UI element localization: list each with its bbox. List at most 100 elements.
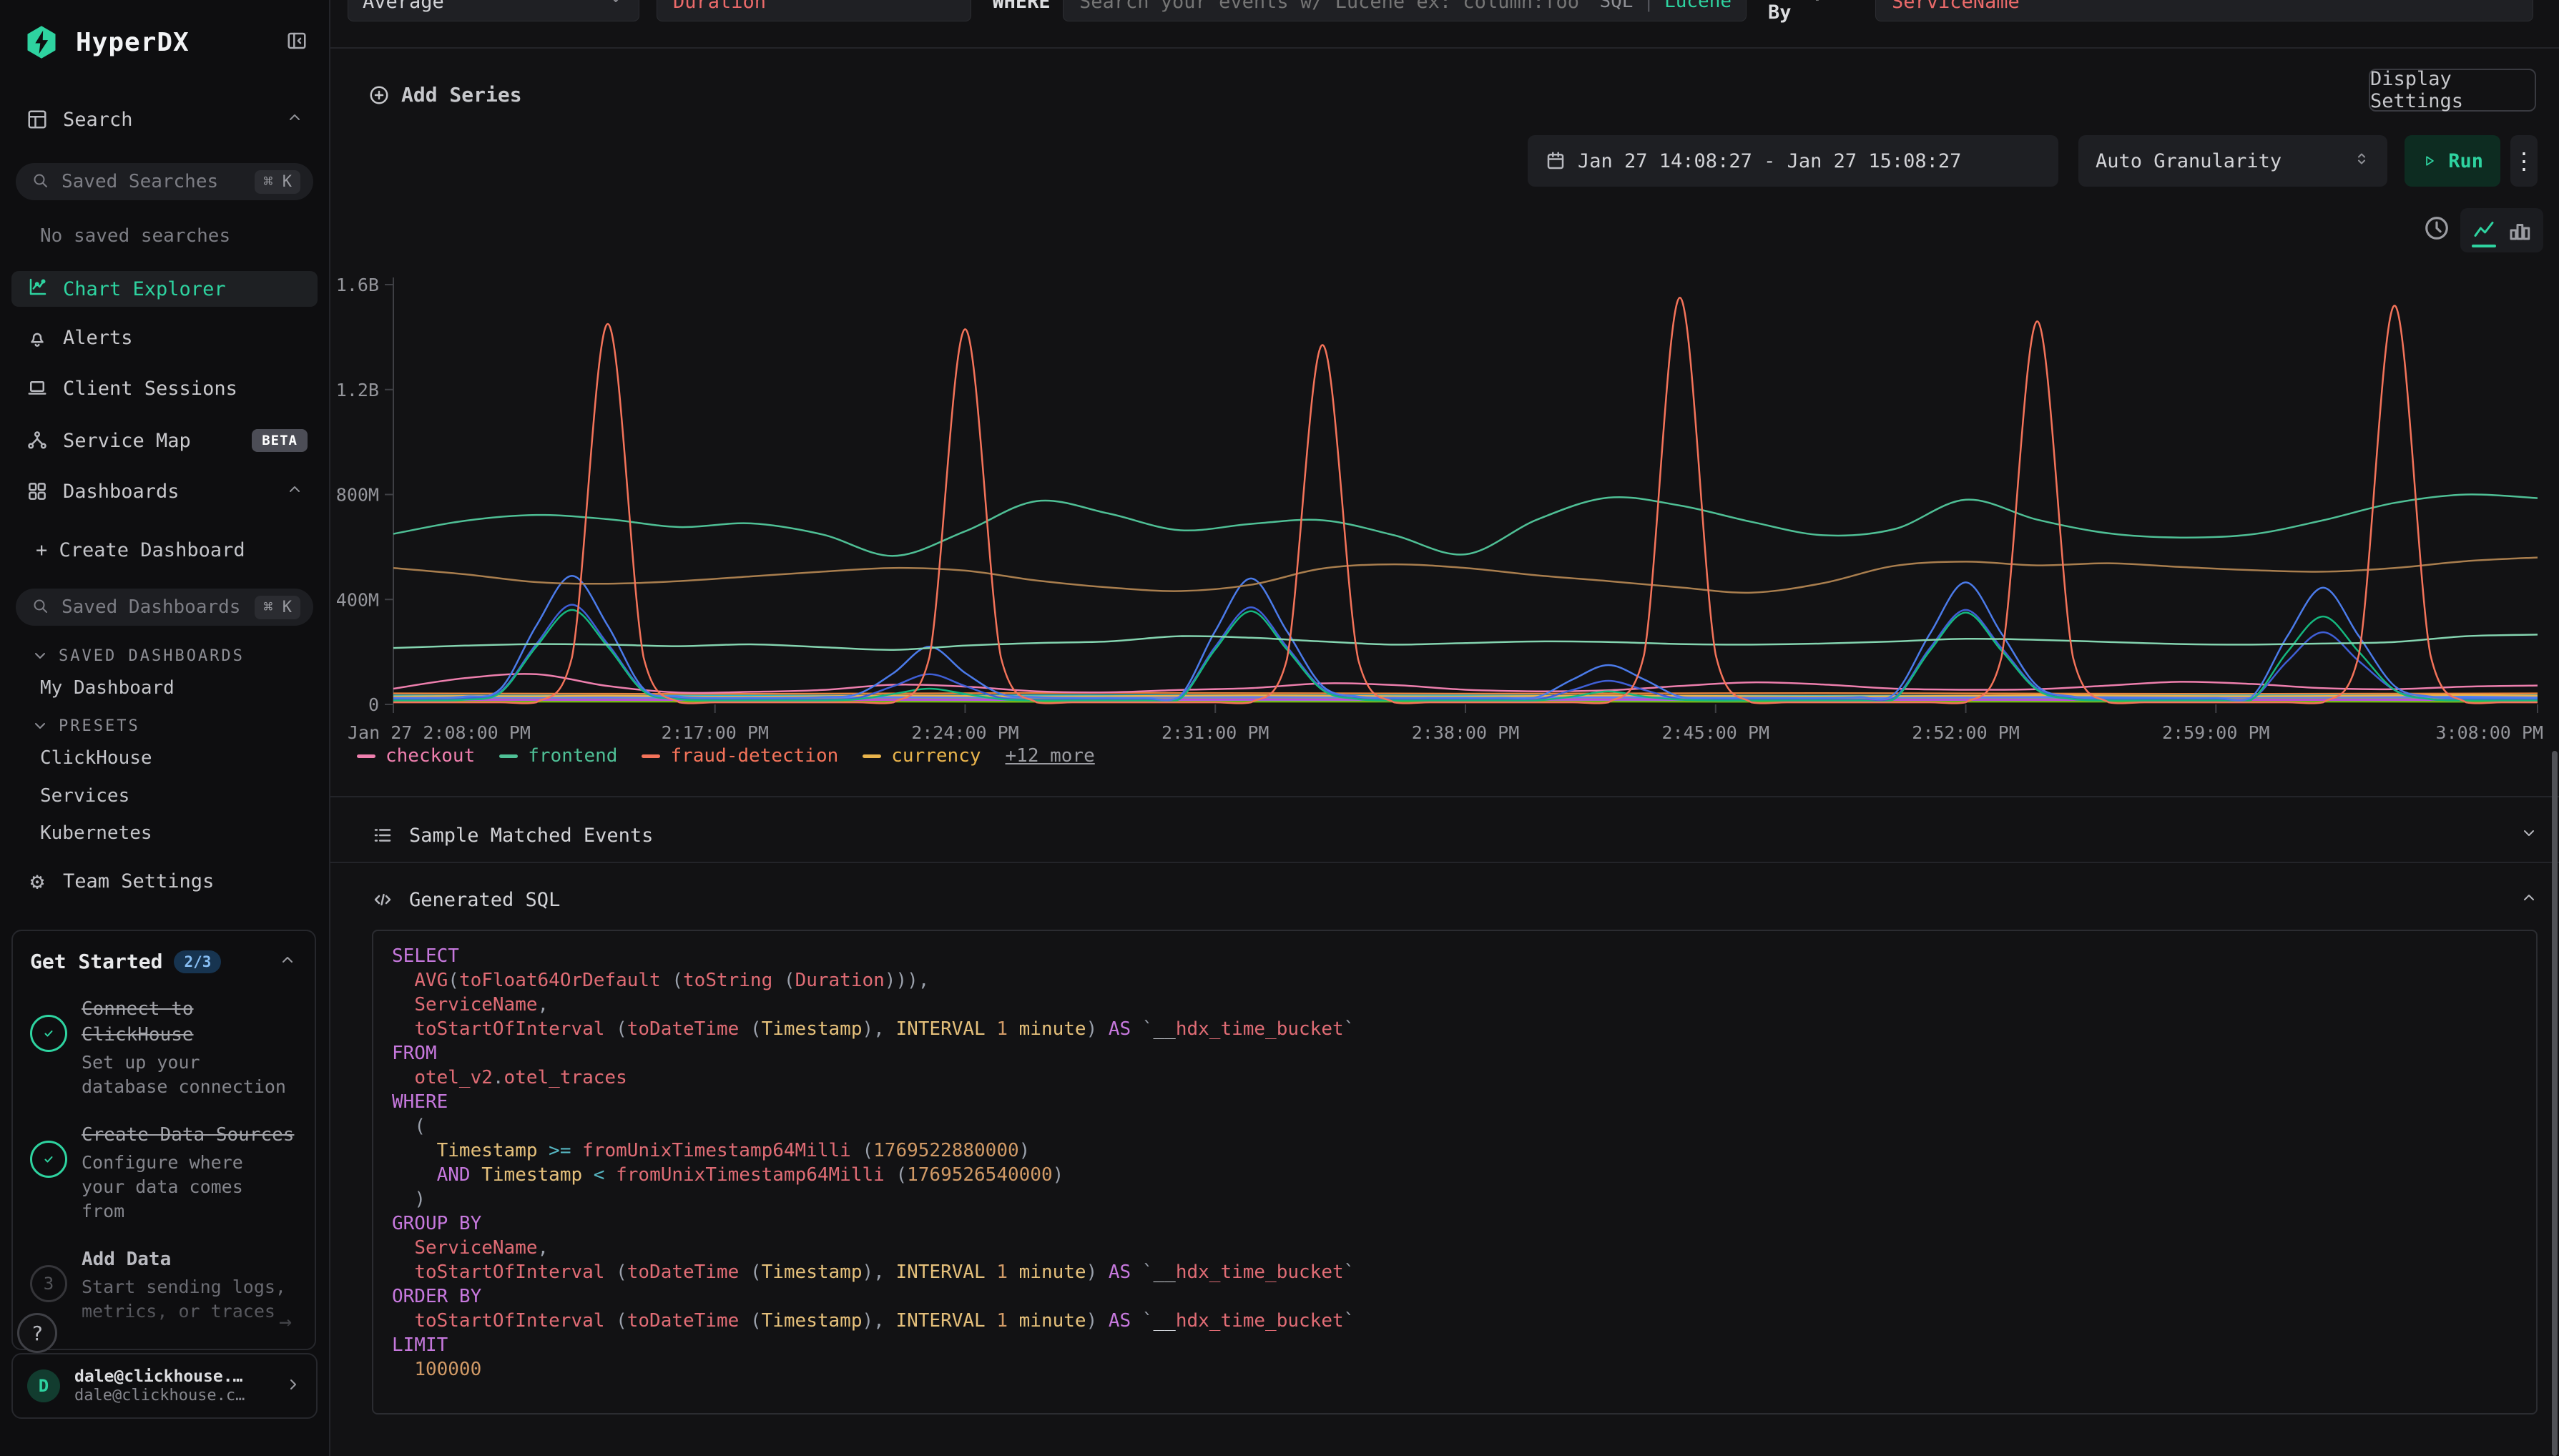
sql-line: toStartOfInterval (toDateTime (Timestamp… xyxy=(392,1260,2518,1284)
timeseries-chart[interactable]: 0400M800M1.2B1.6BJan 27 2:08:00 PM2:17:0… xyxy=(330,265,2559,745)
sidebar-item-team-settings[interactable]: ⚙ Team Settings xyxy=(0,864,329,898)
section-label: SAVED DASHBOARDS xyxy=(59,647,245,665)
section-label: PRESETS xyxy=(59,717,140,735)
legend-swatch xyxy=(642,754,660,758)
list-icon xyxy=(372,825,393,846)
account-email: dale@clickhouse.c… xyxy=(74,1387,245,1405)
legend-items: checkout frontend fraud-detection currency xyxy=(357,745,981,767)
sidebar-item-services[interactable]: Services xyxy=(0,779,329,812)
help-button[interactable]: ? xyxy=(17,1313,57,1353)
sql-line: GROUP BY xyxy=(392,1211,2518,1236)
step-desc: Configure where your data comes from xyxy=(82,1151,296,1224)
create-dashboard-button[interactable]: + Create Dashboard xyxy=(0,533,329,567)
sidebar-item-label: Team Settings xyxy=(63,870,214,892)
legend-label: currency xyxy=(891,745,981,767)
sidebar-item-label: Client Sessions xyxy=(63,378,237,400)
add-series-label: Add Series xyxy=(401,83,522,107)
sidebar-item-client-sessions[interactable]: Client Sessions xyxy=(0,371,329,405)
sidebar-item-dashboards[interactable]: Dashboards xyxy=(0,474,329,508)
legend-item-currency[interactable]: currency xyxy=(863,745,981,767)
y-tick-label: 1.6B xyxy=(336,275,379,295)
generated-sql-header[interactable]: Generated SQL xyxy=(372,878,2538,921)
account-footer[interactable]: D dale@clickhouse.… dale@clickhouse.c… xyxy=(11,1353,318,1419)
sidebar-collapse-button[interactable] xyxy=(286,30,308,54)
more-menu-button[interactable]: ⋮ xyxy=(2510,135,2538,187)
chevron-up-icon[interactable] xyxy=(286,109,303,131)
step-title: Connect to ClickHouse xyxy=(82,996,296,1048)
sql-line: toStartOfInterval (toDateTime (Timestamp… xyxy=(392,1017,2518,1041)
chevron-down-icon xyxy=(607,0,624,13)
lucene-search-input[interactable] xyxy=(1078,0,1586,14)
step-title: Add Data xyxy=(82,1246,296,1272)
check-circle-icon xyxy=(30,1015,67,1052)
check-circle-icon xyxy=(30,1141,67,1178)
scrollbar-thumb[interactable] xyxy=(2552,751,2558,1456)
chevron-up-icon[interactable] xyxy=(279,950,296,973)
sql-line: LIMIT xyxy=(392,1333,2518,1357)
sidebar-item-search[interactable]: Search xyxy=(0,102,329,137)
chart-type-toggle xyxy=(2460,208,2543,252)
get-started-step-1[interactable]: Connect to ClickHouse Set up your databa… xyxy=(30,996,296,1099)
granularity-select[interactable]: Auto Granularity xyxy=(2078,135,2387,187)
legend-swatch xyxy=(863,754,881,758)
legend-item-checkout[interactable]: checkout xyxy=(357,745,475,767)
get-started-step-3[interactable]: 3 Add Data Start sending logs, metrics, … xyxy=(30,1246,296,1324)
get-started-title: Get Started xyxy=(30,950,162,973)
group-by-input[interactable] xyxy=(1890,0,2518,14)
aggregation-select[interactable]: Average xyxy=(348,0,639,21)
sidebar-item-service-map[interactable]: Service Map BETA xyxy=(0,423,329,458)
generated-sql-code[interactable]: SELECT AVG(toFloat64OrDefault (toString … xyxy=(372,930,2538,1415)
sql-line: 100000 xyxy=(392,1357,2518,1382)
x-tick-label: 2:59:00 PM xyxy=(2162,722,2270,743)
toolbar-divider xyxy=(330,47,2559,49)
sidebar-item-chart-explorer[interactable]: Chart Explorer xyxy=(11,271,318,307)
sample-matched-events-header[interactable]: Sample Matched Events xyxy=(372,814,2538,857)
sidebar-item-label: Dashboards xyxy=(63,481,180,503)
sidebar-item-my-dashboard[interactable]: My Dashboard xyxy=(0,672,329,704)
x-tick-label: 2:31:00 PM xyxy=(1161,722,1269,743)
line-chart-toggle[interactable] xyxy=(2471,217,2497,243)
code-icon xyxy=(372,889,393,910)
saved-dashboards-section[interactable]: SAVED DASHBOARDS xyxy=(0,640,329,672)
sidebar-item-clickhouse[interactable]: ClickHouse xyxy=(0,742,329,774)
legend-more-link[interactable]: +12 more xyxy=(1006,745,1095,767)
sidebar: HyperDX Search ⌘ K No saved searches Cha… xyxy=(0,0,330,1456)
chevron-up-icon[interactable] xyxy=(286,481,303,503)
section-title: Sample Matched Events xyxy=(409,825,653,847)
sql-line: Timestamp >= fromUnixTimestamp64Milli (1… xyxy=(392,1138,2518,1163)
series-line-other-12 xyxy=(393,558,2538,593)
saved-searches-input[interactable] xyxy=(60,170,243,193)
sql-line: ( xyxy=(392,1114,2518,1138)
lang-lucene-toggle[interactable]: Lucene xyxy=(1664,0,1732,12)
saved-dashboards-input[interactable] xyxy=(60,596,243,619)
legend-item-frontend[interactable]: frontend xyxy=(499,745,617,767)
brand-title: HyperDX xyxy=(76,28,190,57)
account-name: dale@clickhouse.… xyxy=(74,1367,245,1387)
legend-item-fraud-detection[interactable]: fraud-detection xyxy=(642,745,838,767)
bar-chart-toggle[interactable] xyxy=(2507,217,2533,243)
y-tick-label: 800M xyxy=(336,485,379,506)
brand-header: HyperDX xyxy=(0,21,329,63)
group-by-input-wrap xyxy=(1875,0,2533,21)
run-button[interactable]: Run xyxy=(2405,135,2500,187)
get-started-step-2[interactable]: Create Data Sources Configure where your… xyxy=(30,1122,296,1224)
y-tick-label: 400M xyxy=(336,589,379,610)
date-range-picker[interactable]: Jan 27 14:08:27 - Jan 27 15:08:27 xyxy=(1528,135,2058,187)
lang-sql-toggle[interactable]: SQL xyxy=(1599,0,1633,12)
sql-line: WHERE xyxy=(392,1090,2518,1114)
display-settings-button[interactable]: Display Settings xyxy=(2369,69,2536,112)
hyperdx-app: { "sidebar": { "brand": "HyperDX", "sear… xyxy=(0,0,2559,1456)
section-title: Generated SQL xyxy=(409,889,560,911)
time-settings-button[interactable] xyxy=(2423,215,2450,245)
add-series-button[interactable]: Add Series xyxy=(368,83,522,107)
field-input[interactable] xyxy=(672,0,956,14)
sidebar-item-alerts[interactable]: Alerts xyxy=(0,320,329,355)
shortcut-badge: ⌘ K xyxy=(255,596,300,619)
sidebar-item-kubernetes[interactable]: Kubernetes xyxy=(0,817,329,850)
presets-section[interactable]: PRESETS xyxy=(0,710,329,742)
sql-line: toStartOfInterval (toDateTime (Timestamp… xyxy=(392,1309,2518,1333)
y-tick-label: 1.2B xyxy=(336,380,379,400)
get-started-card: Get Started 2/3 Connect to ClickHouse Se… xyxy=(11,930,316,1350)
clock-icon xyxy=(2423,215,2450,242)
section-divider xyxy=(330,796,2559,797)
